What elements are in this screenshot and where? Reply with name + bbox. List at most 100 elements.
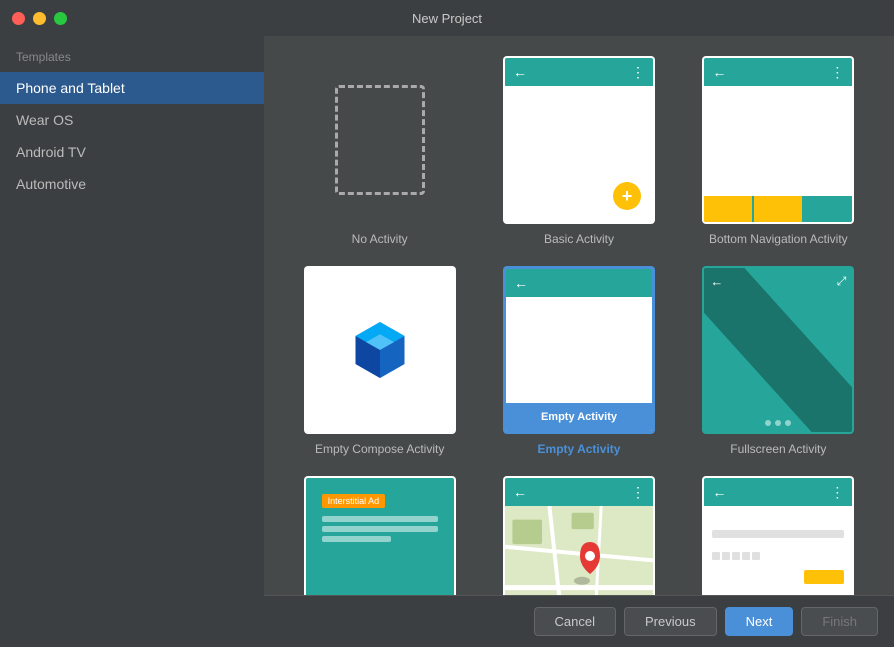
compose-logo-icon: [345, 315, 415, 385]
star-2: [722, 552, 730, 560]
template-google-maps[interactable]: ← ⋮: [487, 476, 670, 595]
template-empty-activity-label: Empty Activity: [538, 442, 621, 456]
sidebar: Templates Phone and Tablet Wear OS Andro…: [0, 36, 264, 647]
template-fullscreen[interactable]: ← ⤢ Fullscreen Activity: [687, 266, 870, 456]
template-bottom-nav-thumb: ← ⋮: [702, 56, 854, 224]
minimize-button[interactable]: [33, 12, 46, 25]
title-bar: New Project: [0, 0, 894, 36]
back-arrow-icon: ←: [514, 275, 528, 291]
template-fullscreen-label: Fullscreen Activity: [730, 442, 826, 456]
template-no-activity-label: No Activity: [352, 232, 408, 246]
maximize-button[interactable]: [54, 12, 67, 25]
basic-topbar: ← ⋮: [505, 58, 653, 86]
expand-icon: ⤢: [837, 274, 847, 289]
nav-item-3: [804, 196, 852, 222]
template-empty-compose[interactable]: Empty Compose Activity: [288, 266, 471, 456]
template-empty-compose-label: Empty Compose Activity: [315, 442, 444, 456]
basic-body: +: [505, 86, 653, 222]
sidebar-section-label: Templates: [0, 44, 264, 72]
menu-dots-icon: ⋮: [830, 64, 844, 81]
fullscreen-diagonal-icon: [704, 268, 852, 432]
template-maps-thumb: ← ⋮: [503, 476, 655, 595]
bottom-nav-topbar: ← ⋮: [704, 58, 852, 86]
template-empty-activity-thumb: ← Empty Activity: [503, 266, 655, 434]
star-4: [742, 552, 750, 560]
star-5: [752, 552, 760, 560]
dot-2: [775, 420, 781, 426]
dashed-rect: [335, 85, 425, 195]
template-empty-activity[interactable]: ← Empty Activity Empty Activity: [487, 266, 670, 456]
sidebar-item-android-tv[interactable]: Android TV: [0, 136, 264, 168]
maps-body: [505, 506, 653, 595]
fullscreen-icons: ⤢: [837, 274, 847, 289]
next-button[interactable]: Next: [725, 607, 794, 636]
template-login-thumb: ← ⋮: [702, 476, 854, 595]
bottom-nav-mockup: ← ⋮: [704, 58, 852, 222]
back-arrow-icon: ←: [712, 64, 726, 80]
nav-item-2: [754, 196, 804, 222]
login-submit-btn: [804, 570, 844, 584]
login-body: [704, 506, 852, 595]
ad-line-2: [322, 526, 438, 532]
template-bottom-nav-label: Bottom Navigation Activity: [709, 232, 848, 246]
ad-line-3: [322, 536, 392, 542]
close-button[interactable]: [12, 12, 25, 25]
ad-badge: Interstitial Ad: [322, 494, 386, 508]
spacer2: [712, 542, 844, 546]
bottom-nav-bar: [704, 196, 852, 222]
template-login[interactable]: ← ⋮: [687, 476, 870, 595]
fab-button: +: [613, 182, 641, 210]
login-btn-wrap: [712, 566, 844, 584]
sidebar-item-automotive[interactable]: Automotive: [0, 168, 264, 200]
menu-dots-icon: ⋮: [631, 484, 645, 501]
menu-dots-icon: ⋮: [830, 484, 844, 501]
map-svg: [505, 506, 653, 595]
fullscreen-back-icon: ←: [710, 274, 723, 289]
maps-mockup: ← ⋮: [505, 478, 653, 595]
window-title: New Project: [412, 11, 482, 26]
bottom-nav-items: [704, 196, 852, 222]
back-arrow-icon: ←: [513, 484, 527, 500]
ad-lines: [322, 516, 438, 542]
template-fullscreen-thumb: ← ⤢: [702, 266, 854, 434]
cancel-button[interactable]: Cancel: [534, 607, 616, 636]
login-stars: [712, 552, 844, 560]
nav-item-1: [704, 196, 754, 222]
bottom-nav-body: [704, 86, 852, 196]
back-arrow-icon: ←: [513, 64, 527, 80]
empty-topbar: ←: [506, 269, 652, 297]
template-basic-activity-thumb: ← ⋮ +: [503, 56, 655, 224]
selected-label-text: Empty Activity: [541, 411, 617, 423]
star-3: [732, 552, 740, 560]
sidebar-item-phone-tablet[interactable]: Phone and Tablet: [0, 72, 264, 104]
menu-dots-icon: ⋮: [631, 64, 645, 81]
window-controls: [12, 12, 67, 25]
login-topbar: ← ⋮: [704, 478, 852, 506]
template-basic-activity[interactable]: ← ⋮ + Basic Activity: [487, 56, 670, 246]
template-bottom-nav[interactable]: ← ⋮ Bottom Navigation Act: [687, 56, 870, 246]
basic-phone-mockup: ← ⋮ +: [505, 58, 653, 222]
star-1: [712, 552, 720, 560]
phone-dots: [765, 420, 791, 426]
template-empty-compose-thumb: [304, 266, 456, 434]
template-grid: No Activity ← ⋮ + Basic Activity: [264, 36, 894, 595]
login-field-1: [712, 530, 844, 538]
dot-3: [785, 420, 791, 426]
back-arrow-icon: ←: [712, 484, 726, 500]
footer-bar: Cancel Previous Next Finish: [264, 595, 894, 647]
dot-1: [765, 420, 771, 426]
template-no-activity[interactable]: No Activity: [288, 56, 471, 246]
main-container: Templates Phone and Tablet Wear OS Andro…: [0, 36, 894, 647]
previous-button[interactable]: Previous: [624, 607, 717, 636]
login-mockup: ← ⋮: [704, 478, 852, 595]
ad-line-1: [322, 516, 438, 522]
template-no-activity-thumb: [304, 56, 456, 224]
template-interstitial-ad[interactable]: Interstitial Ad Interstitial Ad: [288, 476, 471, 595]
selected-label-overlay: Empty Activity: [506, 403, 652, 431]
finish-button[interactable]: Finish: [801, 607, 878, 636]
template-basic-label: Basic Activity: [544, 232, 614, 246]
template-interstitial-thumb: Interstitial Ad: [304, 476, 456, 595]
maps-topbar: ← ⋮: [505, 478, 653, 506]
spacer: [712, 514, 844, 526]
sidebar-item-wear-os[interactable]: Wear OS: [0, 104, 264, 136]
